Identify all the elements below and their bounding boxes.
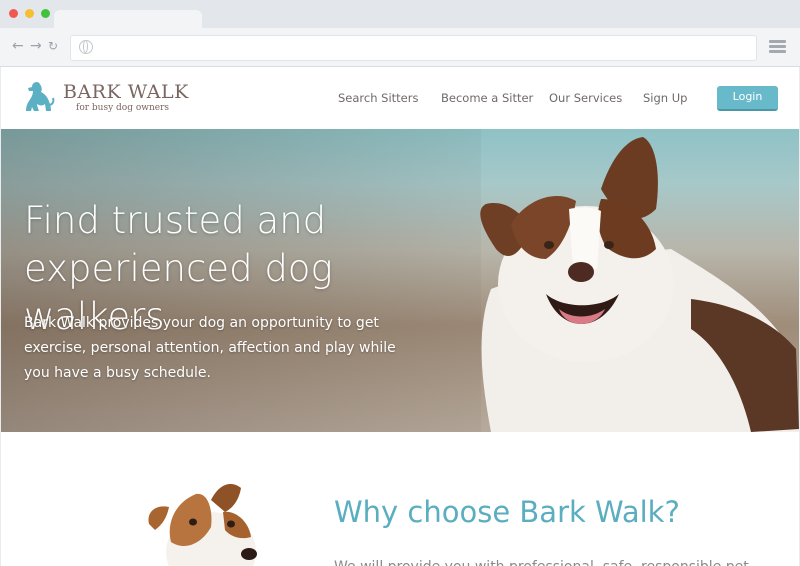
browser-titlebar xyxy=(0,0,800,28)
browser-toolbar: ← → ↻ xyxy=(0,28,800,67)
why-title: Why choose Bark Walk? xyxy=(334,495,680,529)
address-bar[interactable] xyxy=(70,35,757,61)
dog-logo-icon[interactable] xyxy=(23,80,57,114)
maximize-window-icon[interactable] xyxy=(41,9,50,18)
hero-banner: Find trusted and experienced dog walkers… xyxy=(1,129,799,432)
nav-sign-up[interactable]: Sign Up xyxy=(643,91,687,105)
login-button[interactable]: Login xyxy=(717,86,778,111)
back-arrow-icon[interactable]: ← xyxy=(12,37,24,55)
why-section: Why choose Bark Walk? We will provide yo… xyxy=(1,432,799,566)
nav-become-a-sitter[interactable]: Become a Sitter xyxy=(441,91,533,105)
brand-tagline: for busy dog owners xyxy=(76,103,170,113)
globe-icon xyxy=(79,40,93,54)
menu-icon[interactable] xyxy=(769,40,786,54)
reload-icon[interactable]: ↻ xyxy=(48,37,58,55)
browser-tab[interactable] xyxy=(54,10,202,28)
brand-name[interactable]: BARK WALK xyxy=(63,81,189,103)
hero-description: Bark Walk provides your dog an opportuni… xyxy=(24,315,396,381)
nav-search-sitters[interactable]: Search Sitters xyxy=(338,91,418,105)
minimize-window-icon[interactable] xyxy=(25,9,34,18)
hero-dog-image xyxy=(480,137,799,432)
nav-our-services[interactable]: Our Services xyxy=(549,91,622,105)
close-window-icon[interactable] xyxy=(9,9,18,18)
forward-arrow-icon[interactable]: → xyxy=(30,37,42,55)
site-header: BARK WALK for busy dog owners Search Sit… xyxy=(1,67,799,129)
terrier-dog-image xyxy=(148,484,257,566)
why-text: We will provide you with professional, s… xyxy=(334,557,749,566)
